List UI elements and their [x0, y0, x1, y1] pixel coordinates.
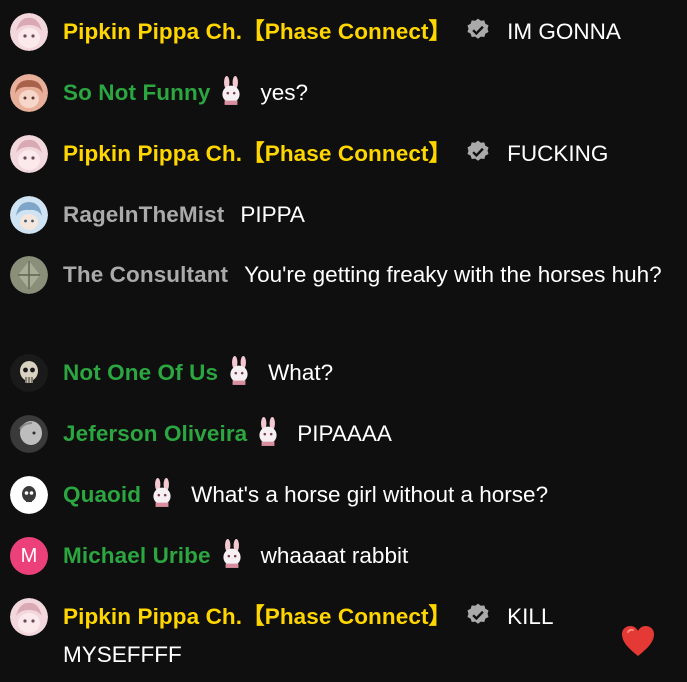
- author-name[interactable]: RageInTheMist: [63, 202, 224, 227]
- author-name[interactable]: Michael Uribe: [63, 543, 211, 568]
- message-text: yes?: [260, 80, 308, 105]
- grey-avatar[interactable]: [10, 415, 48, 453]
- author-name[interactable]: Pipkin Pippa Ch.【Phase Connect】: [63, 604, 451, 629]
- anime-girl-avatar[interactable]: [10, 74, 48, 112]
- chat-message: So Not Funny yes?: [10, 74, 680, 112]
- author-name[interactable]: Pipkin Pippa Ch.【Phase Connect】: [63, 141, 451, 166]
- pippa-avatar[interactable]: [10, 135, 48, 173]
- chat-message: Pipkin Pippa Ch.【Phase Connect】 IM GONNA: [10, 13, 680, 51]
- author-name[interactable]: Pipkin Pippa Ch.【Phase Connect】: [63, 19, 451, 44]
- heart-icon: [622, 626, 654, 656]
- verified-icon: [467, 603, 489, 624]
- message-text: FUCKING: [507, 141, 609, 166]
- verified-icon: [467, 18, 489, 39]
- rock-avatar[interactable]: [10, 256, 48, 294]
- message-text: What's a horse girl without a horse?: [191, 482, 549, 507]
- chat-message: Jeferson Oliveira PIPAAAA: [10, 415, 680, 453]
- message-text: IM GONNA: [507, 19, 621, 44]
- bunny-member-badge: [223, 539, 241, 568]
- skull-avatar[interactable]: [10, 354, 48, 392]
- message-text: PIPAAAA: [297, 421, 392, 446]
- skull-white-avatar[interactable]: [10, 476, 48, 514]
- verified-icon: [467, 140, 489, 161]
- message-text: You're getting freaky with the horses hu…: [244, 262, 662, 287]
- message-text: PIPPA: [240, 202, 305, 227]
- message-text: whaaaat rabbit: [260, 543, 409, 568]
- author-name[interactable]: The Consultant: [63, 262, 228, 287]
- chat-message: RageInTheMist PIPPA: [10, 196, 680, 234]
- pippa-avatar[interactable]: [10, 598, 48, 636]
- anime-blue-avatar[interactable]: [10, 196, 48, 234]
- avatar-initial: M: [20, 544, 38, 567]
- bunny-member-badge: [230, 356, 248, 385]
- author-name[interactable]: So Not Funny: [63, 80, 210, 105]
- live-chat-feed: Pipkin Pippa Ch.【Phase Connect】 IM GONNA …: [0, 0, 687, 682]
- chat-message: M Michael Uribe whaaaat rabbit: [10, 537, 680, 575]
- letter-avatar[interactable]: M: [10, 537, 48, 575]
- chat-message: Not One Of Us What?: [10, 354, 680, 392]
- message-text: What?: [268, 360, 334, 385]
- chat-message: Quaoid What's a horse girl without a hors…: [10, 476, 680, 514]
- bunny-member-badge: [153, 478, 171, 507]
- bunny-member-badge: [259, 417, 277, 446]
- chat-message: The Consultant You're getting freaky with…: [10, 256, 680, 294]
- chat-message: Pipkin Pippa Ch.【Phase Connect】 KILL MYSE…: [10, 598, 680, 674]
- pippa-avatar[interactable]: [10, 13, 48, 51]
- author-name[interactable]: Not One Of Us: [63, 360, 218, 385]
- chat-message: Pipkin Pippa Ch.【Phase Connect】 FUCKING: [10, 135, 680, 173]
- author-name[interactable]: Jeferson Oliveira: [63, 421, 247, 446]
- author-name[interactable]: Quaoid: [63, 482, 141, 507]
- bunny-member-badge: [222, 76, 241, 105]
